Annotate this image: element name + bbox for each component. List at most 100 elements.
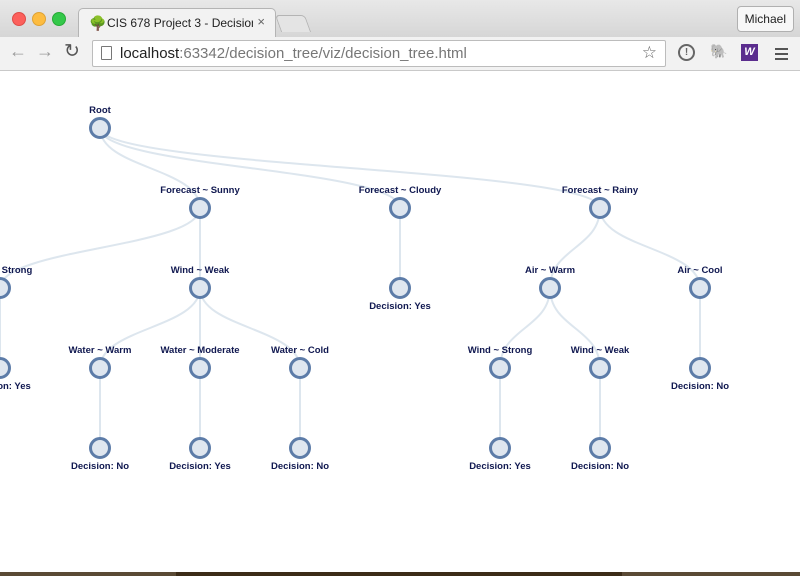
tree-node-label: Forecast ~ Cloudy [359, 185, 442, 196]
window-maximize-button[interactable] [52, 12, 66, 26]
tree-node-circle[interactable] [589, 357, 611, 379]
tree-leaf-node[interactable]: Decision: Yes [369, 277, 431, 313]
page-content: Root Forecast ~ Sunny Forecast ~ Cloudy For… [0, 71, 800, 572]
tree-node-circle[interactable] [489, 437, 511, 459]
tree-node-circle[interactable] [689, 357, 711, 379]
browser-window: 🌳 CIS 678 Project 3 - Decision × Michael… [0, 0, 800, 572]
tree-node-label: Wind ~ Strong [468, 345, 533, 356]
tree-link [0, 207, 201, 289]
window-minimize-button[interactable] [32, 12, 46, 26]
tree-node-label: Forecast ~ Rainy [562, 185, 639, 196]
tree-node-label: Wind ~ Weak [571, 345, 630, 356]
tree-node-label: Water ~ Warm [69, 345, 132, 356]
tree-node-label: Wind ~ Strong [0, 265, 32, 276]
address-bar[interactable]: localhost:63342/decision_tree/viz/decisi… [92, 40, 666, 67]
tree-node[interactable]: Water ~ Cold [271, 345, 329, 379]
tree-node-circle[interactable] [389, 277, 411, 299]
tree-link [549, 287, 601, 369]
menu-icon[interactable] [775, 48, 788, 63]
info-icon[interactable]: ! [678, 44, 695, 61]
tree-node-circle[interactable] [589, 197, 611, 219]
tree-node-label: Root [89, 105, 111, 116]
tree-node[interactable]: Wind ~ Strong [0, 265, 32, 299]
tree-links [0, 127, 701, 448]
url-text[interactable]: localhost:63342/decision_tree/viz/decisi… [120, 45, 467, 62]
browser-tab[interactable]: 🌳 CIS 678 Project 3 - Decision × [78, 8, 276, 38]
tree-node-label: Decision: Yes [169, 461, 231, 472]
tree-node-label: Water ~ Cold [271, 345, 329, 356]
tree-node-circle[interactable] [0, 357, 11, 379]
tree-link [599, 207, 701, 289]
tree-node[interactable]: Air ~ Cool [677, 265, 723, 299]
url-host: localhost [120, 45, 180, 62]
tree-node[interactable]: Wind ~ Weak [571, 345, 630, 379]
tree-node-circle[interactable] [289, 437, 311, 459]
tree-link [549, 207, 601, 289]
tree-node[interactable]: Air ~ Warm [525, 265, 575, 299]
tree-link [199, 287, 301, 369]
profile-button[interactable]: Michael [736, 6, 794, 32]
tree-node[interactable]: Water ~ Warm [69, 345, 132, 379]
tree-leaf-node[interactable]: Decision: No [271, 437, 329, 473]
tree-link [99, 287, 201, 369]
evernote-icon[interactable]: 🐘 [710, 43, 727, 60]
tree-leaf-node[interactable]: Decision: Yes [0, 357, 31, 393]
tree-leaf-node[interactable]: Decision: Yes [469, 437, 531, 473]
tree-leaf-node[interactable]: Decision: No [71, 437, 129, 473]
tree-node-label: Decision: Yes [0, 381, 31, 392]
tree-leaf-node[interactable]: Decision: Yes [169, 437, 231, 473]
tree-node-circle[interactable] [689, 277, 711, 299]
new-tab-button[interactable] [274, 15, 312, 32]
page-icon [101, 46, 112, 60]
tree-node-circle[interactable] [89, 117, 111, 139]
tree-node-circle[interactable] [0, 277, 11, 299]
title-bar: 🌳 CIS 678 Project 3 - Decision × Michael [0, 0, 800, 38]
tree-node-circle[interactable] [589, 437, 611, 459]
tree-node[interactable]: Wind ~ Strong [468, 345, 533, 379]
browser-toolbar: ← → ↻ localhost:63342/decision_tree/viz/… [0, 37, 800, 71]
tree-node-circle[interactable] [539, 277, 561, 299]
extension-w-icon[interactable]: W [741, 44, 758, 61]
tree-node-circle[interactable] [89, 437, 111, 459]
reload-icon[interactable]: ↻ [64, 40, 80, 63]
tree-node-circle[interactable] [189, 357, 211, 379]
tree-node[interactable]: Forecast ~ Sunny [160, 185, 240, 219]
tree-node-label: Forecast ~ Sunny [160, 185, 240, 196]
star-icon[interactable]: ☆ [642, 43, 657, 63]
tree-favicon: 🌳 [89, 15, 107, 31]
tree-node[interactable]: Forecast ~ Rainy [562, 185, 639, 219]
tree-node-label: Water ~ Moderate [160, 345, 239, 356]
tree-link [499, 287, 551, 369]
back-arrow-icon[interactable]: ← [9, 41, 27, 62]
decision-tree: Root Forecast ~ Sunny Forecast ~ Cloudy For… [0, 105, 729, 472]
tab-title: CIS 678 Project 3 - Decision [107, 16, 253, 30]
tree-node-circle[interactable] [389, 197, 411, 219]
tree-node[interactable]: Root [89, 105, 112, 139]
tree-node-circle[interactable] [489, 357, 511, 379]
tree-node-circle[interactable] [289, 357, 311, 379]
tree-node-label: Decision: No [71, 461, 129, 472]
tree-node-circle[interactable] [189, 437, 211, 459]
window-close-button[interactable] [12, 12, 26, 26]
tree-node-label: Decision: No [671, 381, 729, 392]
tree-node-label: Wind ~ Weak [171, 265, 230, 276]
tree-node-circle[interactable] [189, 277, 211, 299]
tree-node[interactable]: Wind ~ Weak [171, 265, 230, 299]
tree-node-label: Decision: No [571, 461, 629, 472]
tree-node-circle[interactable] [189, 197, 211, 219]
tree-node-label: Decision: Yes [369, 301, 431, 312]
url-path: :63342/decision_tree/viz/decision_tree.h… [179, 45, 467, 62]
desktop-background [176, 572, 622, 576]
tree-node[interactable]: Forecast ~ Cloudy [359, 185, 442, 219]
tab-close-icon[interactable]: × [257, 14, 265, 29]
forward-arrow-icon[interactable]: → [36, 41, 54, 62]
tree-node-label: Air ~ Warm [525, 265, 575, 276]
tree-node[interactable]: Water ~ Moderate [160, 345, 240, 379]
tree-node-circle[interactable] [89, 357, 111, 379]
tree-leaf-node[interactable]: Decision: No [571, 437, 629, 473]
tree-node-label: Decision: No [271, 461, 329, 472]
tree-nodes: Root Forecast ~ Sunny Forecast ~ Cloudy For… [0, 105, 729, 472]
tree-link [99, 127, 601, 209]
tree-leaf-node[interactable]: Decision: No [671, 357, 729, 393]
tree-node-label: Air ~ Cool [677, 265, 722, 276]
